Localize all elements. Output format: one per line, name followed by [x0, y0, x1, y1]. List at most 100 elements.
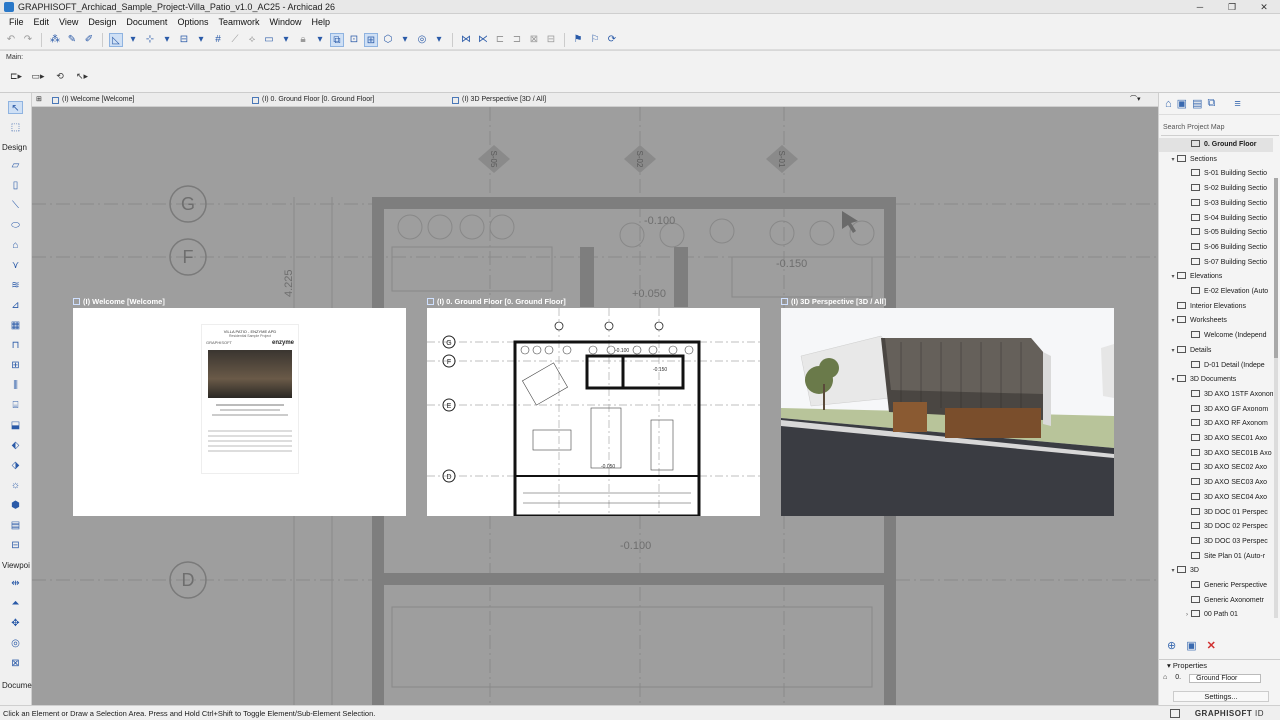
tree-item[interactable]: 3D AXO 1STF Axonom — [1159, 388, 1273, 402]
tree-folder[interactable]: ▾ Sections — [1159, 153, 1273, 167]
redo-icon[interactable]: ↷ — [21, 33, 35, 47]
area-select-icon[interactable]: ▭▸ — [30, 71, 46, 85]
graphisoft-id-brand[interactable]: GRAPHISOFT ID — [1195, 706, 1264, 720]
menu-help[interactable]: Help — [307, 17, 336, 27]
pick-up-parameters-icon[interactable]: ⁂ — [48, 33, 62, 47]
column-tool-icon[interactable]: ▯ — [8, 179, 23, 192]
stair-tool-icon[interactable]: ⊿ — [8, 299, 23, 312]
settings-button[interactable]: Settings... — [1173, 691, 1269, 702]
dropdown-arrow-icon[interactable]: ▾ — [398, 33, 412, 47]
snap-guides-icon[interactable]: ⊹ — [143, 33, 157, 47]
view-map-icon[interactable]: ▣ — [1177, 97, 1187, 110]
maximize-button[interactable]: ❐ — [1216, 0, 1248, 14]
adjust-icon[interactable]: ⋉ — [476, 33, 490, 47]
more-design-tools-icon[interactable]: ▤ — [8, 519, 23, 532]
tree-item[interactable]: E-02 Elevation (Auto — [1159, 285, 1273, 299]
tree-item[interactable]: 0. Ground Floor — [1159, 138, 1273, 152]
trace-icon[interactable]: ⊡ — [347, 33, 361, 47]
clone-view-icon[interactable]: ▣ — [1186, 639, 1196, 652]
gravity-icon[interactable]: ⊟ — [177, 33, 191, 47]
tree-item[interactable]: 3D DOC 03 Perspec — [1159, 535, 1273, 549]
elevation-tool-icon[interactable]: ⏶ — [8, 597, 23, 610]
menu-teamwork[interactable]: Teamwork — [213, 17, 264, 27]
expand-toggle-icon[interactable]: ▾ — [1169, 344, 1177, 358]
dropdown-arrow-icon[interactable]: ▾ — [126, 33, 140, 47]
lock-icon[interactable]: 🔒︎ — [296, 33, 310, 47]
pointer-icon[interactable]: ↖▸ — [74, 71, 90, 85]
tree-item[interactable]: › 00 Path 01 — [1159, 608, 1273, 618]
window-tool-icon[interactable]: ⊞ — [8, 359, 23, 372]
tree-folder[interactable]: ▾ Elevations — [1159, 270, 1273, 284]
navigator-scrollbar-thumb[interactable] — [1274, 178, 1278, 358]
split-icon[interactable]: ⋈ — [459, 33, 473, 47]
skylight-tool-icon[interactable]: ⬗ — [8, 459, 23, 472]
tree-item[interactable]: S-07 Building Sectio — [1159, 256, 1273, 270]
eyedropper-icon[interactable]: ✎ — [65, 33, 79, 47]
tree-item[interactable]: 3D DOC 02 Perspec — [1159, 520, 1273, 534]
expand-toggle-icon[interactable]: ▾ — [1169, 373, 1177, 387]
tree-item[interactable]: 3D AXO SEC01 Axo — [1159, 432, 1273, 446]
expand-toggle-icon[interactable]: ▾ — [1169, 314, 1177, 328]
minimize-button[interactable]: ─ — [1184, 0, 1216, 14]
tree-item[interactable]: 3D AXO SEC03 Axo — [1159, 476, 1273, 490]
tab-grid-icon[interactable]: ⊞ — [36, 93, 42, 107]
tab-ground-floor[interactable]: (I) 0. Ground Floor [0. Ground Floor] — [252, 93, 374, 107]
render-icon[interactable]: ◎ — [415, 33, 429, 47]
dropdown-arrow-icon[interactable]: ▾ — [432, 33, 446, 47]
drawing-canvas[interactable]: G F D S-05 S-02 S-01 -0.100 -0.150 +0.05… — [32, 107, 1158, 705]
menu-file[interactable]: File — [4, 17, 29, 27]
suspend-groups-icon[interactable]: ⧉ — [330, 32, 344, 47]
layout-book-icon[interactable]: ▤ — [1192, 97, 1202, 110]
rotate-icon[interactable]: ⟲ — [52, 71, 68, 85]
thumbnail-welcome[interactable]: (I) Welcome [Welcome] VILLA PATIO - ENZY… — [73, 295, 406, 516]
selection-icon[interactable]: ⊞ — [364, 32, 378, 47]
menu-document[interactable]: Document — [121, 17, 172, 27]
flag-icon[interactable]: ⚑ — [571, 33, 585, 47]
menu-edit[interactable]: Edit — [29, 17, 55, 27]
magic-wand-icon[interactable]: ⟡ — [245, 33, 259, 47]
navigator-menu-icon[interactable]: ≡ — [1234, 98, 1240, 110]
grid-snap-icon[interactable]: # — [211, 33, 225, 47]
properties-header[interactable]: ▾ Properties — [1159, 659, 1280, 671]
dropdown-arrow-icon[interactable]: ▾ — [160, 33, 174, 47]
slab-tool-icon[interactable]: ⬭ — [8, 219, 23, 232]
ruler-icon[interactable]: ⟋ — [228, 33, 242, 47]
section-tool-icon[interactable]: ⇹ — [8, 577, 23, 590]
explode-icon[interactable]: ⊟ — [544, 33, 558, 47]
offset-icon[interactable]: ⊠ — [527, 33, 541, 47]
interior-elevation-tool-icon[interactable]: ✥ — [8, 617, 23, 630]
railing-tool-icon[interactable]: ⫼ — [8, 379, 23, 392]
project-map-icon[interactable]: ⌂ — [1165, 98, 1172, 110]
detail-tool-icon[interactable]: ⊠ — [8, 657, 23, 670]
door-tool-icon[interactable]: ⊓ — [8, 339, 23, 352]
dropdown-arrow-icon[interactable]: ▾ — [313, 33, 327, 47]
selection-method-icon[interactable]: ⊏▸ — [8, 71, 24, 85]
roof-tool-icon[interactable]: ⌂ — [8, 239, 23, 252]
tree-item[interactable]: S-06 Building Sectio — [1159, 241, 1273, 255]
tree-item[interactable]: 3D AXO SEC01B Axo — [1159, 447, 1273, 461]
bimx-icon[interactable]: ⟳ — [605, 33, 619, 47]
tree-item[interactable]: S-05 Building Sectio — [1159, 226, 1273, 240]
menu-window[interactable]: Window — [264, 17, 306, 27]
tree-item[interactable]: Welcome (Independ — [1159, 329, 1273, 343]
publisher-icon[interactable]: ⚐ — [588, 33, 602, 47]
expand-toggle-icon[interactable]: › — [1183, 608, 1191, 618]
tree-item[interactable]: S-03 Building Sectio — [1159, 197, 1273, 211]
undo-icon[interactable]: ↶ — [4, 33, 18, 47]
tree-item[interactable]: 3D DOC 01 Perspec — [1159, 506, 1273, 520]
intersect-icon[interactable]: ⊏ — [493, 33, 507, 47]
tab-3d-perspective[interactable]: (I) 3D Perspective [3D / All] — [452, 93, 546, 107]
tree-folder[interactable]: ▾ Worksheets — [1159, 314, 1273, 328]
tree-item[interactable]: 3D AXO GF Axonom — [1159, 403, 1273, 417]
close-window-button[interactable]: ✕ — [1248, 0, 1280, 14]
mesh-tool-icon[interactable]: ≋ — [8, 279, 23, 292]
layout-icon[interactable]: ▭ — [262, 33, 276, 47]
tab-options-icon[interactable]: ⌒▾ — [1130, 93, 1141, 107]
tree-item[interactable]: S-01 Building Sectio — [1159, 167, 1273, 181]
curtain-wall-tool-icon[interactable]: ▦ — [8, 319, 23, 332]
guide-lines-icon[interactable]: ◺ — [109, 32, 123, 47]
fillet-icon[interactable]: ⊐ — [510, 33, 524, 47]
arrow-tool-icon[interactable]: ↖ — [8, 101, 23, 114]
expand-toggle-icon[interactable]: ▾ — [1169, 153, 1177, 167]
object-tool-icon[interactable]: ⌸ — [8, 399, 23, 412]
